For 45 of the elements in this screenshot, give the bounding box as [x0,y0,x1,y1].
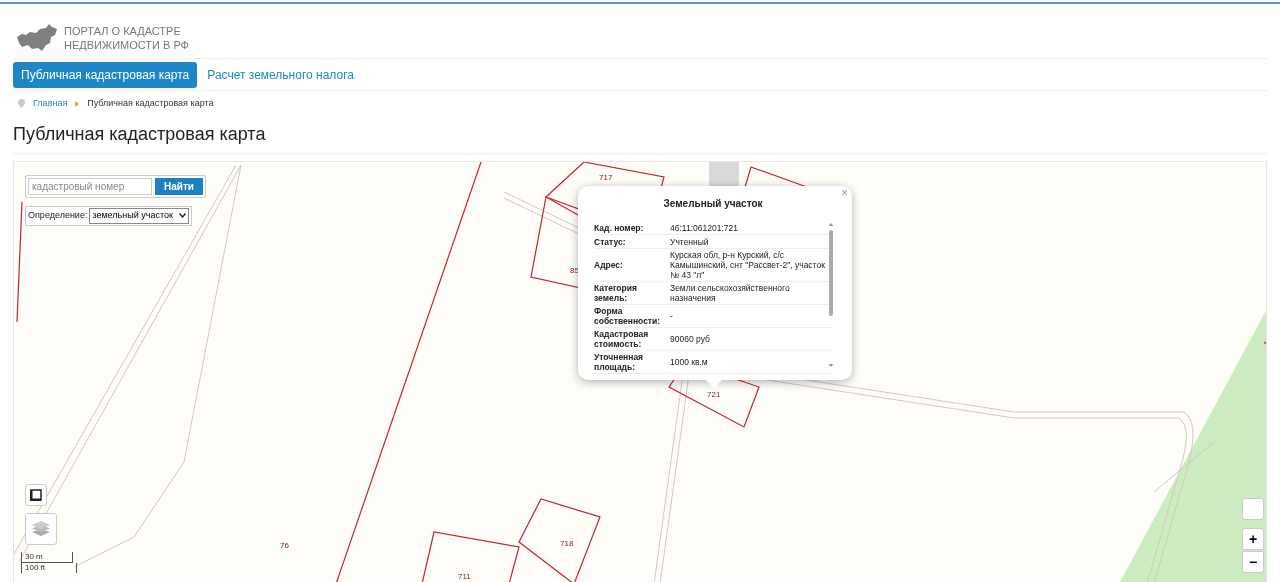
field-value: 46:11:061201:721 [670,222,739,233]
ruler-button[interactable] [25,484,47,506]
close-button[interactable]: × [841,187,848,199]
cadastral-number-field[interactable]: кадастровый номер [28,178,152,195]
ruler-icon [30,489,42,501]
layers-icon [31,520,51,538]
field-label: Статус: [594,236,627,247]
field-label: Адрес: [594,260,624,270]
find-button[interactable]: Найти [155,178,203,195]
definition-select[interactable]: земельный участок [89,208,189,224]
scale-label: 100 ft [21,563,77,573]
field-value: Курская обл, р-н Курский, с/с Камышинский, снт "Рассвет-2", участок № 43 "л" [670,250,826,280]
field-label: Кад. номер: [594,222,645,233]
parcel-number: 711 [458,571,471,582]
nav-tab[interactable]: Публичная кадастровая карта [13,61,198,88]
zoom-out-button[interactable]: − [1242,551,1264,573]
breadcrumb-current: Публичная кадастровая карта [87,96,214,110]
parcel-number: 718 [560,538,574,550]
field-value: Учтенный [670,236,710,247]
logo-text: ПОРТАЛ О КАДАСТРЕ [64,24,182,38]
chevron-down-icon [178,213,186,219]
field-label: Форма собственности: [594,306,662,326]
location-pin-icon [18,99,25,108]
logo-text: НЕДВИЖИМОСТИ В РФ [64,38,189,52]
field-value: 1000 кв.м [670,357,709,367]
field-value: - [670,311,674,321]
russia-map-logo-icon [16,23,58,53]
field-value: Земли сельскохозяйственного назначения [670,283,791,303]
field-label: Уточненная площадь: [594,352,645,372]
definition-label: Определение: [28,209,88,222]
parcel-number: 721 [707,389,721,401]
field-label: Категория земель: [594,283,638,303]
layers-button[interactable] [25,513,57,545]
parcel-number: 717 [599,172,613,184]
zoom-in-button[interactable]: + [1242,528,1264,550]
popup-title: Земельный участок [662,197,764,211]
parcel-number: 76 [280,540,289,552]
breadcrumb-link[interactable]: Главная [33,96,68,111]
chevron-icon [75,100,80,107]
map-square-button[interactable] [1242,498,1264,520]
nav-tab[interactable]: Расчет земельного налога [199,61,362,88]
field-label: Кадастровая стоимость: [594,329,650,349]
field-value: 90060 руб [670,334,711,344]
page-title: Публичная кадастровая карта [13,123,266,146]
scale-label: 30 m [21,552,73,563]
